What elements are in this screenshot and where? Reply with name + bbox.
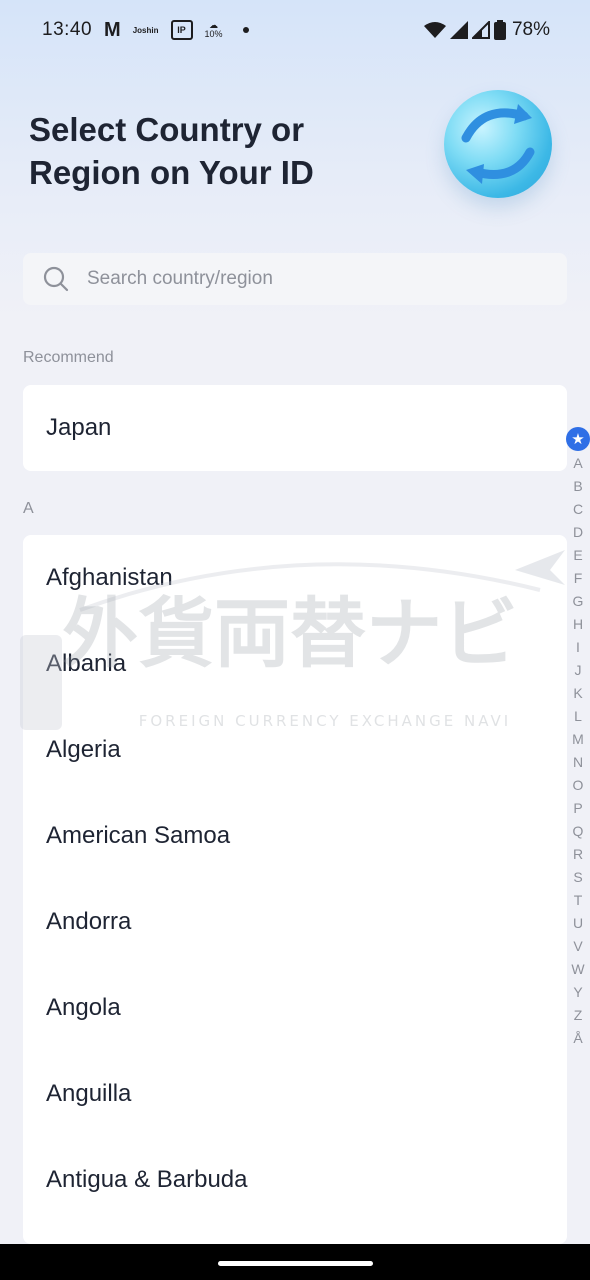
index-letter[interactable]: I (566, 636, 590, 659)
index-letter[interactable]: A (566, 452, 590, 475)
index-letter[interactable]: R (566, 843, 590, 866)
globe-arrows-icon (461, 104, 535, 184)
list-item-antigua-barbuda[interactable]: Antigua & Barbuda (23, 1137, 567, 1223)
index-letter[interactable]: Q (566, 820, 590, 843)
home-gesture-handle[interactable] (218, 1261, 373, 1266)
index-letter[interactable]: Å (566, 1027, 590, 1050)
wifi-icon (423, 22, 446, 38)
search-input[interactable] (87, 268, 517, 290)
battery-percent: 78% (511, 19, 550, 40)
index-letter[interactable]: D (566, 521, 590, 544)
index-letter[interactable]: H (566, 613, 590, 636)
search-icon (43, 266, 69, 292)
index-letter[interactable]: U (566, 912, 590, 935)
ip-icon: IP (170, 20, 193, 40)
index-letter[interactable]: Y (566, 981, 590, 1004)
list-item-anguilla[interactable]: Anguilla (23, 1051, 567, 1137)
index-letter[interactable]: C (566, 498, 590, 521)
index-letter[interactable]: W (566, 958, 590, 981)
list-item-afghanistan[interactable]: Afghanistan (23, 535, 567, 621)
index-letter[interactable]: Z (566, 1004, 590, 1027)
search-bar[interactable] (23, 253, 567, 305)
weather-icon: ☁ 10% (205, 21, 223, 39)
list-item-algeria[interactable]: Algeria (23, 707, 567, 793)
list-item-japan[interactable]: Japan (23, 385, 567, 471)
navigation-bar (0, 1244, 590, 1280)
index-letter[interactable]: B (566, 475, 590, 498)
joshin-icon: Joshin (132, 25, 159, 35)
status-bar: 13:40 M Joshin IP ☁ 10% 78% (0, 0, 590, 60)
index-letter[interactable]: G (566, 590, 590, 613)
index-letter[interactable]: V (566, 935, 590, 958)
index-letter[interactable]: T (566, 889, 590, 912)
status-left: 13:40 M Joshin IP ☁ 10% (42, 19, 249, 42)
alphabet-index[interactable]: ★ ABCDEFGHIJKLMNOPQRSTUVWYZÅ (566, 427, 590, 1050)
globe-icon (444, 90, 552, 198)
list-item-american-samoa[interactable]: American Samoa (23, 793, 567, 879)
section-a-label: A (23, 500, 34, 517)
index-letter[interactable]: N (566, 751, 590, 774)
notification-dot-icon (242, 27, 249, 33)
index-letter[interactable]: S (566, 866, 590, 889)
index-letter[interactable]: F (566, 567, 590, 590)
status-time: 13:40 (42, 19, 93, 40)
index-letter[interactable]: O (566, 774, 590, 797)
list-item-angola[interactable]: Angola (23, 965, 567, 1051)
battery-icon (493, 20, 506, 40)
recommend-section-label: Recommend (23, 349, 114, 366)
index-star-icon[interactable]: ★ (566, 427, 590, 451)
status-right: 78% (423, 19, 550, 41)
gmail-icon: M (104, 18, 121, 41)
signal-secondary-icon (471, 21, 490, 39)
index-letter[interactable]: L (566, 705, 590, 728)
section-a-card: Afghanistan Albania Algeria American Sam… (23, 535, 567, 1244)
index-letter[interactable]: J (566, 659, 590, 682)
index-letter[interactable]: P (566, 797, 590, 820)
signal-icon (449, 21, 468, 39)
index-letter[interactable]: K (566, 682, 590, 705)
index-letter[interactable]: E (566, 544, 590, 567)
list-item-albania[interactable]: Albania (23, 621, 567, 707)
index-letter[interactable]: M (566, 728, 590, 751)
page-title: Select Country or Region on Your ID (29, 111, 314, 191)
list-item-andorra[interactable]: Andorra (23, 879, 567, 965)
recommend-card: Japan (23, 385, 567, 471)
weather-percent: 10% (204, 29, 223, 39)
